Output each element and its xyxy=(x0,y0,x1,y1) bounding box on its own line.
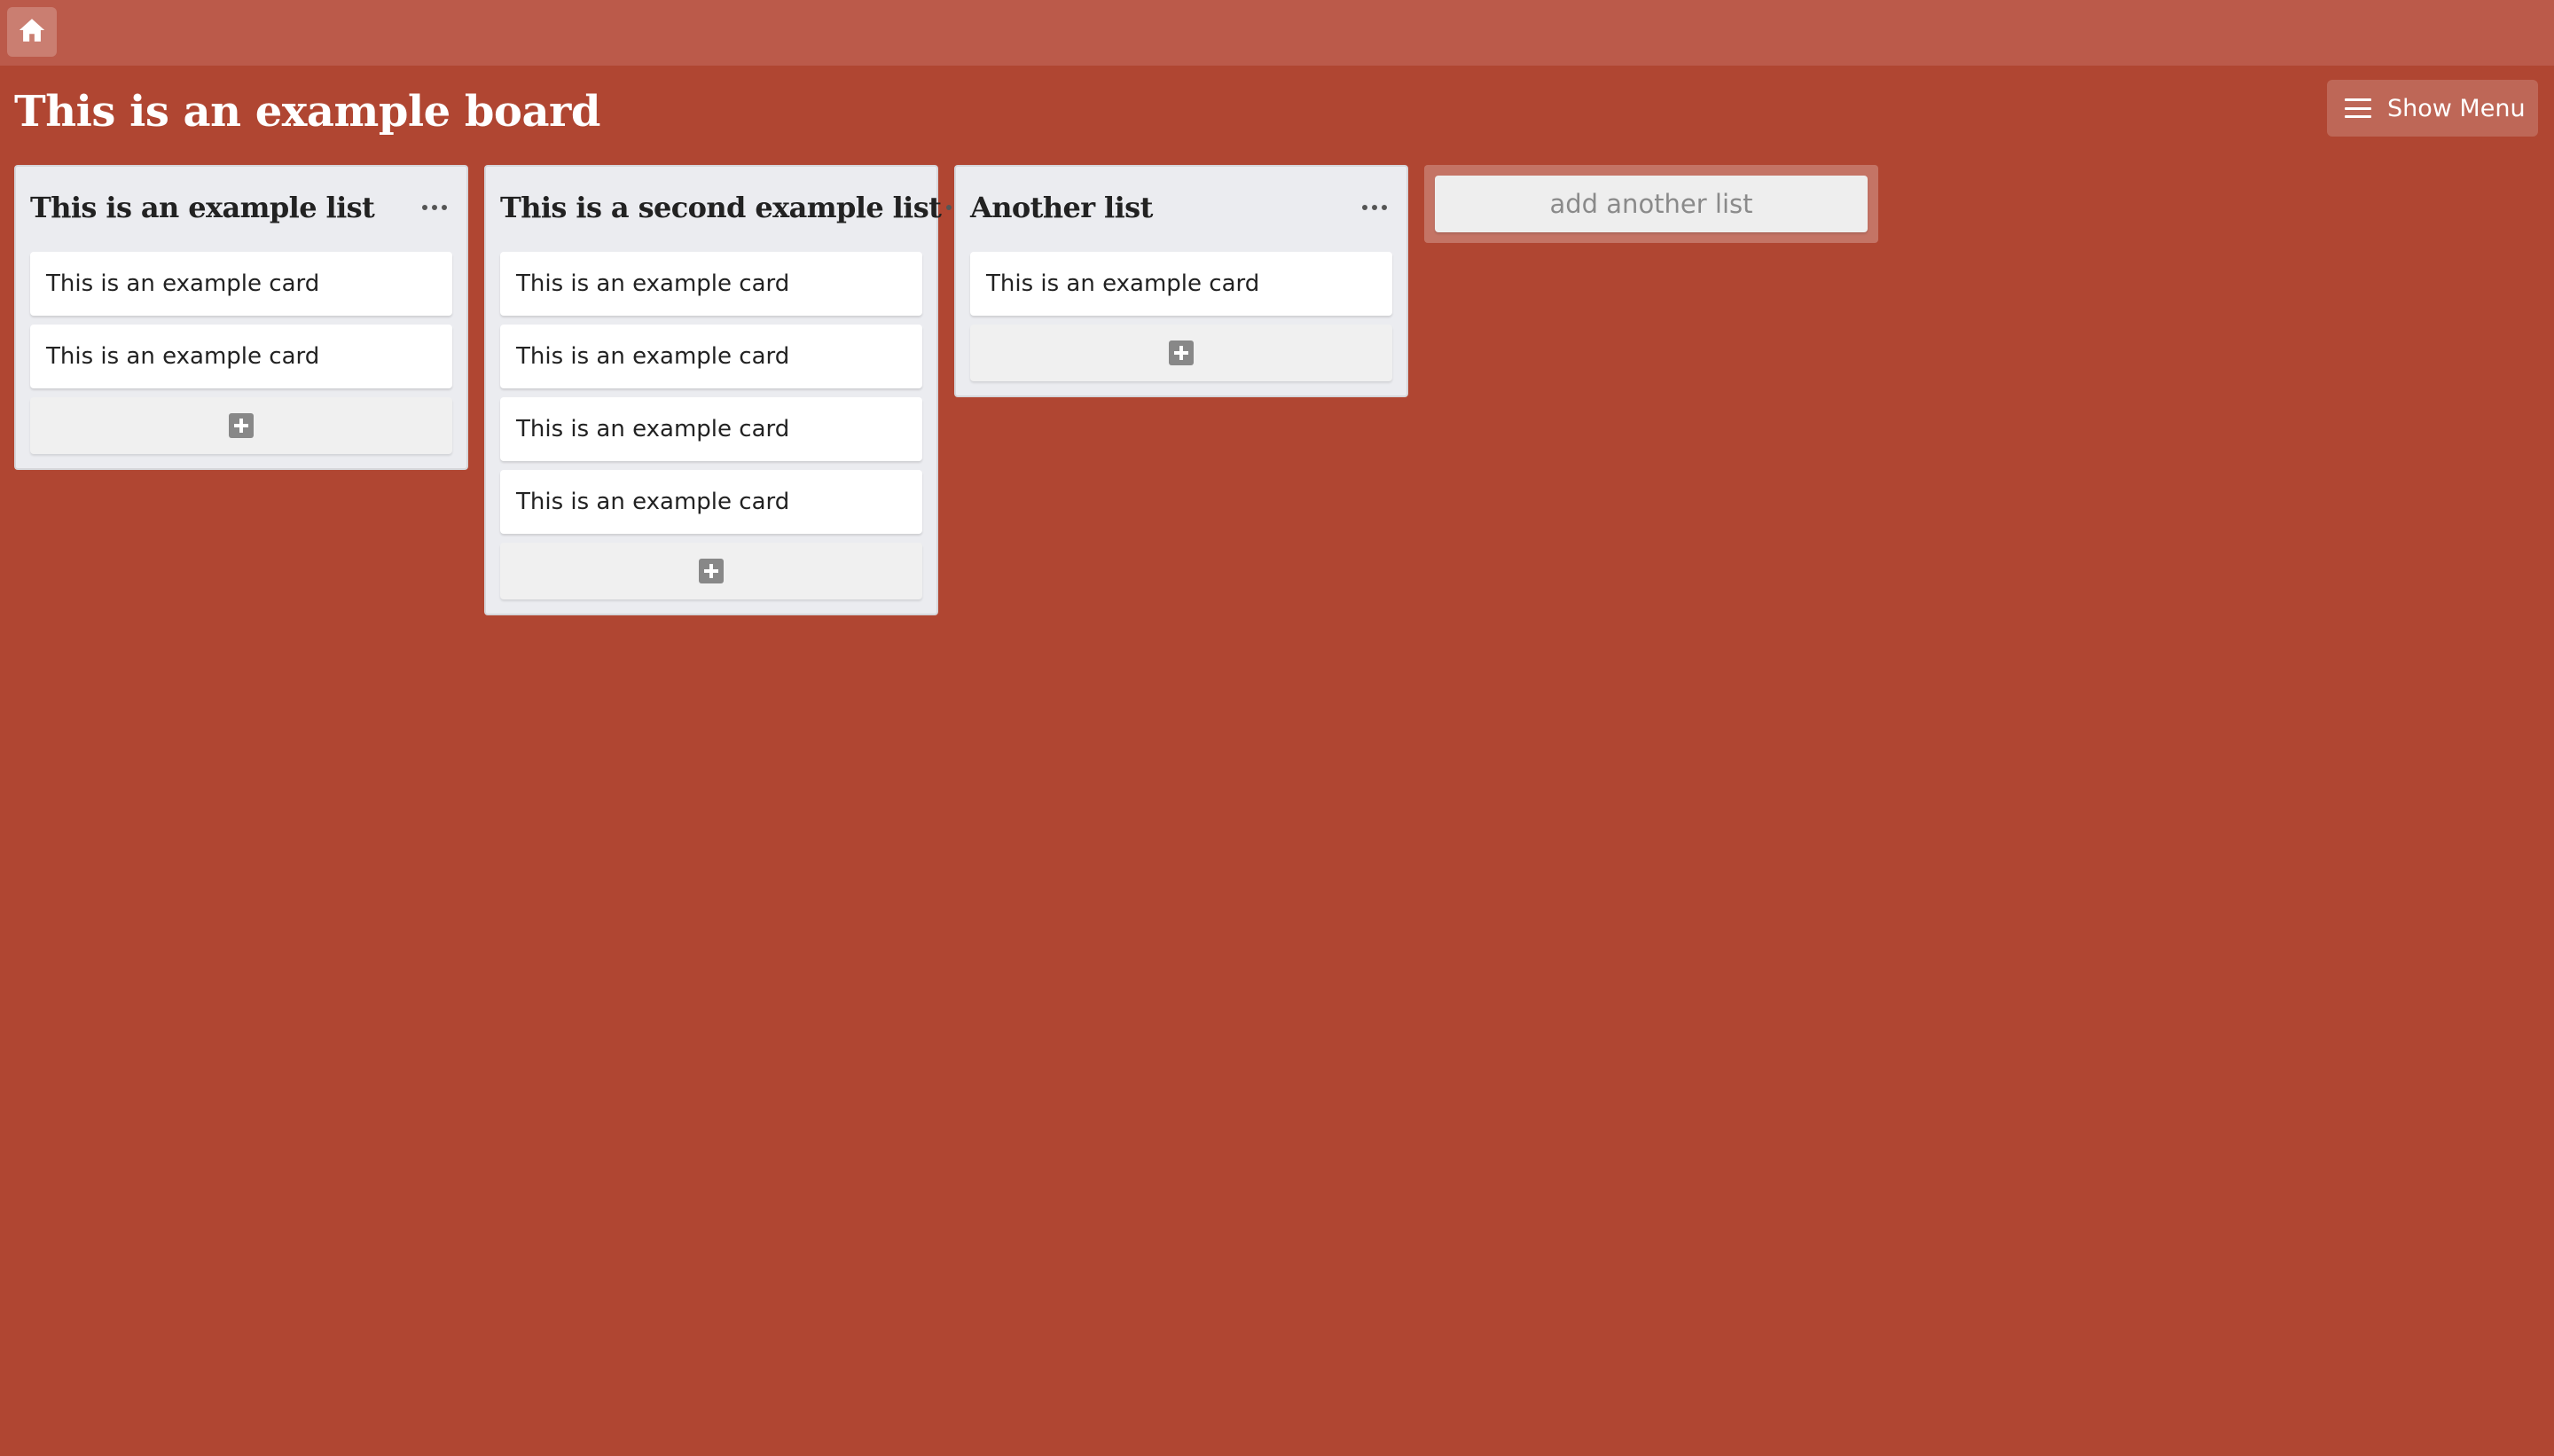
card[interactable]: This is an example card xyxy=(30,325,452,388)
list: This is a second example list This is an… xyxy=(484,165,972,615)
top-bar xyxy=(0,0,2554,66)
add-list-container: add another list xyxy=(1424,165,1878,243)
plus-icon xyxy=(229,413,254,438)
home-button[interactable] xyxy=(7,7,57,57)
list-menu-button[interactable] xyxy=(1357,190,1392,225)
add-card-button[interactable] xyxy=(500,543,922,599)
show-menu-label: Show Menu xyxy=(2387,94,2526,122)
card[interactable]: This is an example card xyxy=(500,252,922,316)
card[interactable]: This is an example card xyxy=(500,397,922,461)
home-icon xyxy=(17,15,47,49)
plus-icon xyxy=(1169,341,1194,365)
card[interactable]: This is an example card xyxy=(970,252,1392,316)
list-title[interactable]: This is an example list xyxy=(30,191,375,224)
hamburger-icon xyxy=(2345,98,2371,118)
list-header: This is an example list xyxy=(30,167,452,252)
list: This is an example list This is an examp… xyxy=(14,165,468,470)
add-list-button[interactable]: add another list xyxy=(1435,176,1868,232)
card[interactable]: This is an example card xyxy=(500,325,922,388)
list-title[interactable]: Another list xyxy=(970,191,1153,224)
list-header: This is a second example list xyxy=(500,167,972,252)
add-card-button[interactable] xyxy=(30,397,452,454)
card[interactable]: This is an example card xyxy=(500,470,922,534)
list-header: Another list xyxy=(970,167,1392,252)
lists-container: This is an example list This is an examp… xyxy=(14,165,1878,615)
card[interactable]: This is an example card xyxy=(30,252,452,316)
list: Another list This is an example card xyxy=(954,165,1408,397)
plus-icon xyxy=(699,559,724,583)
board-title[interactable]: This is an example board xyxy=(14,80,600,144)
list-menu-button[interactable] xyxy=(417,190,452,225)
show-menu-button[interactable]: Show Menu xyxy=(2327,80,2538,137)
list-title[interactable]: This is a second example list xyxy=(500,191,942,224)
add-card-button[interactable] xyxy=(970,325,1392,381)
